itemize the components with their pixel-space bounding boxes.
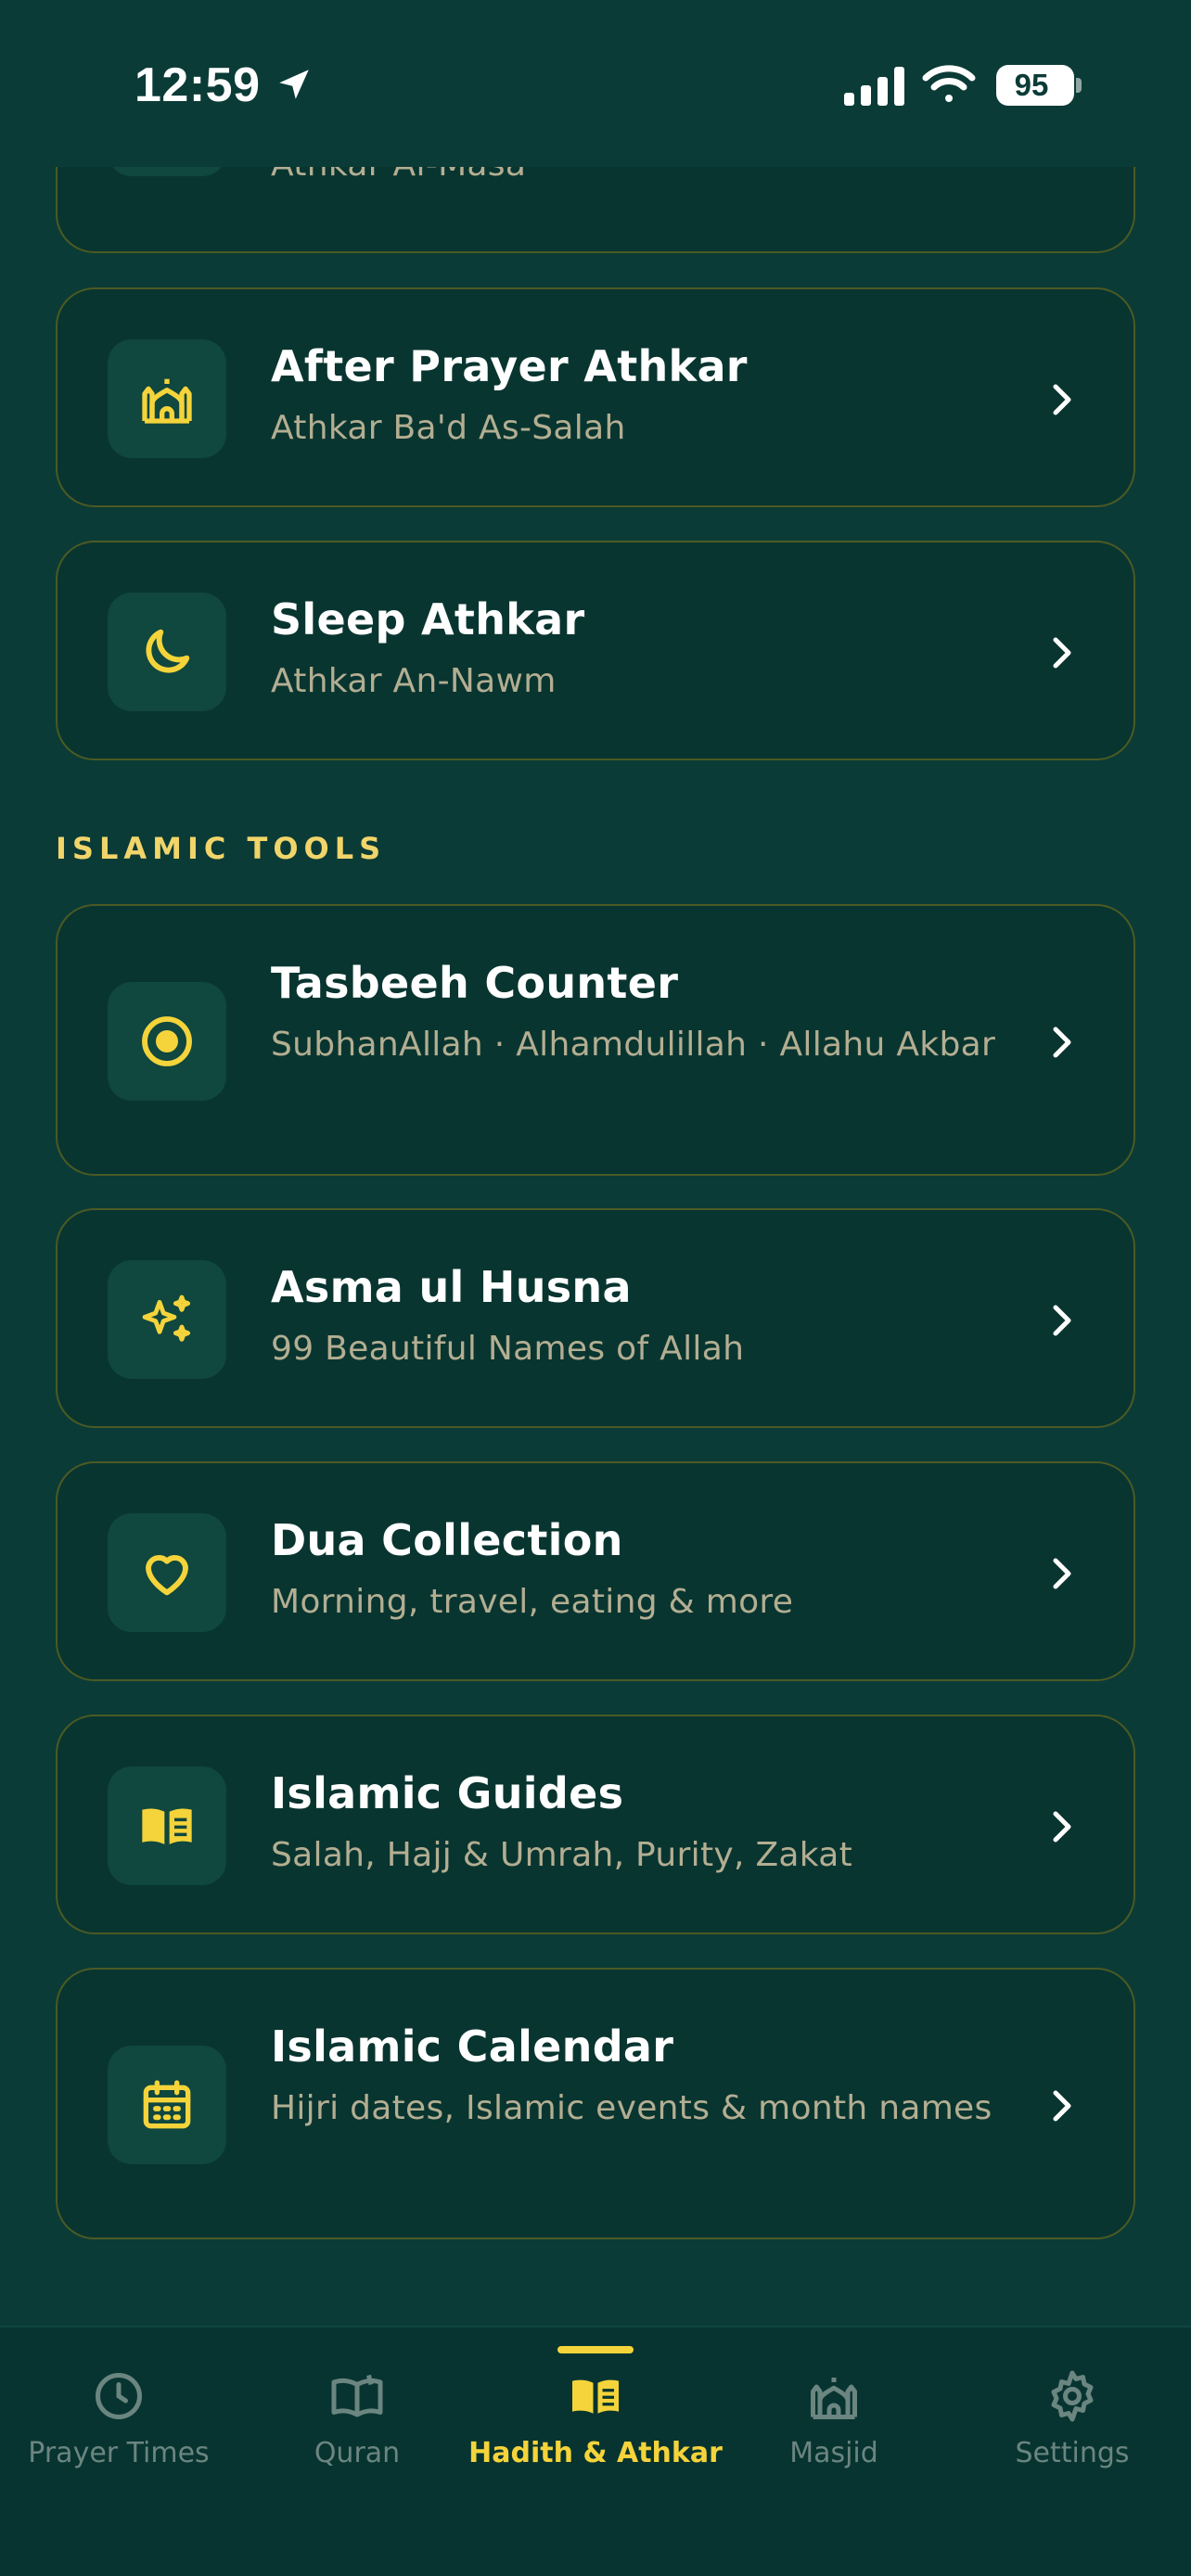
icon-tile <box>108 1513 226 1632</box>
chevron-right-icon <box>1053 1027 1071 1058</box>
mosque-icon <box>811 2378 857 2419</box>
mosque-icon <box>142 378 192 424</box>
card-title: Islamic Calendar <box>271 2021 674 2072</box>
card-subtitle: Hijri dates, Islamic events & month name… <box>271 2089 992 2127</box>
chevron-right-icon <box>1053 384 1071 415</box>
card-subtitle: Athkar Ba'd As-Salah <box>271 409 626 447</box>
card-asma-ul-husna[interactable]: Asma ul Husna 99 Beautiful Names of Alla… <box>56 1208 1135 1428</box>
cellular-signal-icon <box>844 67 904 106</box>
chevron-right-icon <box>1053 1305 1071 1336</box>
tab-label: Masjid <box>789 2437 878 2469</box>
section-label-islamic-tools: ISLAMIC TOOLS <box>56 831 387 866</box>
status-bar: 12:59 95 <box>0 0 1191 167</box>
wifi-icon <box>922 65 976 102</box>
card-sleep-athkar[interactable]: Sleep Athkar Athkar An-Nawm <box>56 541 1135 760</box>
heart-icon <box>146 1555 188 1596</box>
card-title: Sleep Athkar <box>271 594 585 644</box>
battery-cap <box>1076 78 1082 93</box>
location-arrow-icon <box>279 70 309 99</box>
tab-settings[interactable]: Settings <box>954 2327 1191 2504</box>
card-subtitle: Salah, Hajj & Umrah, Purity, Zakat <box>271 1836 853 1874</box>
book-icon <box>572 2379 619 2414</box>
tab-label: Prayer Times <box>28 2437 210 2469</box>
book-icon <box>142 1808 192 1844</box>
tab-label: Hadith & Athkar <box>468 2437 723 2469</box>
calendar-icon <box>143 2080 191 2129</box>
open-book-icon <box>331 2374 383 2417</box>
target-icon <box>142 1016 192 1066</box>
icon-tile <box>108 339 226 458</box>
icon-tile <box>108 1766 226 1885</box>
icon-tile <box>108 593 226 711</box>
sparkles-icon <box>142 1294 191 1342</box>
tab-hadith-athkar[interactable]: Hadith & Athkar <box>468 2327 723 2504</box>
card-subtitle: 99 Beautiful Names of Allah <box>271 1330 745 1368</box>
battery-level: 95 <box>1014 68 1049 102</box>
screen: Athkar Al-Masa After Prayer Athkar Athka… <box>0 0 1191 2576</box>
card-title: Islamic Guides <box>271 1768 624 1818</box>
icon-tile <box>108 1260 226 1379</box>
card-subtitle: SubhanAllah · Alhamdulillah · Allahu Akb… <box>271 1026 996 1064</box>
card-title: Dua Collection <box>271 1515 623 1565</box>
tab-prayer-times[interactable]: Prayer Times <box>0 2327 237 2504</box>
gear-icon <box>1051 2370 1094 2422</box>
battery-indicator: 95 <box>996 65 1074 106</box>
clock-icon <box>96 2373 142 2419</box>
card-after-prayer-athkar[interactable]: After Prayer Athkar Athkar Ba'd As-Salah <box>56 287 1135 507</box>
chevron-right-icon <box>1053 637 1071 669</box>
card-tasbeeh-counter[interactable]: Tasbeeh Counter SubhanAllah · Alhamdulil… <box>56 904 1135 1176</box>
scroll-content[interactable]: Athkar Al-Masa After Prayer Athkar Athka… <box>0 0 1191 2327</box>
tab-quran[interactable]: Quran <box>238 2327 476 2504</box>
status-time: 12:59 <box>134 58 261 112</box>
icon-tile <box>108 2046 226 2164</box>
card-subtitle: Morning, travel, eating & more <box>271 1583 794 1621</box>
card-title: Asma ul Husna <box>271 1262 632 1312</box>
card-islamic-calendar[interactable]: Islamic Calendar Hijri dates, Islamic ev… <box>56 1968 1135 2239</box>
tab-masjid[interactable]: Masjid <box>715 2327 953 2504</box>
tab-label: Quran <box>314 2437 401 2469</box>
moon-icon <box>146 629 190 673</box>
card-subtitle: Athkar An-Nawm <box>271 662 557 700</box>
chevron-right-icon <box>1053 1811 1071 1843</box>
chevron-right-icon <box>1053 1558 1071 1589</box>
card-islamic-guides[interactable]: Islamic Guides Salah, Hajj & Umrah, Puri… <box>56 1715 1135 1934</box>
card-title: After Prayer Athkar <box>271 341 748 391</box>
icon-tile <box>108 982 226 1101</box>
card-title: Tasbeeh Counter <box>271 958 679 1008</box>
tab-bar: Prayer Times Quran Hadith & Athkar Masji… <box>0 2326 1191 2576</box>
chevron-right-icon <box>1053 2090 1071 2122</box>
tab-label: Settings <box>1015 2437 1130 2469</box>
card-dua-collection[interactable]: Dua Collection Morning, travel, eating &… <box>56 1461 1135 1681</box>
